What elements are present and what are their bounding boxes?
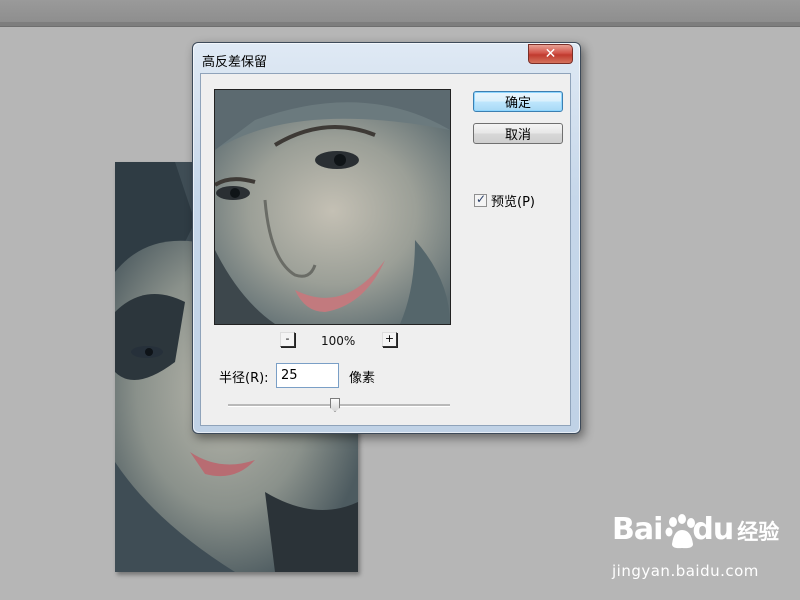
- zoom-out-button[interactable]: -: [280, 332, 295, 347]
- close-button[interactable]: ✕: [528, 44, 573, 64]
- radius-unit: 像素: [349, 371, 376, 386]
- app-top-bar: [0, 0, 800, 27]
- dialog-title: 高反差保留: [202, 55, 268, 70]
- preview-option[interactable]: ✓ 预览(P): [474, 191, 535, 210]
- high-pass-dialog: 高反差保留 ✕ - 100% + 确定 取消 ✓ 预览(P) 半径(R): 25…: [192, 42, 581, 434]
- watermark-logo-tail: du: [692, 512, 734, 547]
- ok-button[interactable]: 确定: [473, 91, 563, 112]
- zoom-in-button[interactable]: +: [382, 332, 397, 347]
- watermark-logo: Bai: [612, 512, 663, 547]
- preview-photo: [215, 90, 450, 324]
- radius-slider-thumb[interactable]: [330, 398, 340, 412]
- dialog-client-area: - 100% + 确定 取消 ✓ 预览(P) 半径(R): 像素: [200, 73, 571, 426]
- radius-label: 半径(R):: [219, 371, 269, 386]
- top-bar-strip: [0, 22, 800, 26]
- plus-icon: +: [384, 332, 395, 345]
- watermark-url: jingyan.baidu.com: [612, 562, 759, 580]
- preview-checkbox[interactable]: ✓: [474, 192, 487, 207]
- watermark-brand: 经验: [737, 520, 780, 544]
- checkmark-icon: ✓: [476, 192, 487, 206]
- minus-icon: -: [285, 332, 290, 345]
- radius-input[interactable]: [276, 363, 339, 388]
- preview-checkbox-label: 预览(P): [491, 195, 535, 210]
- paw-icon: [665, 514, 695, 549]
- preview-image[interactable]: [214, 89, 451, 325]
- cancel-button[interactable]: 取消: [473, 123, 563, 144]
- zoom-level: 100%: [321, 334, 356, 348]
- close-icon: ✕: [544, 46, 557, 62]
